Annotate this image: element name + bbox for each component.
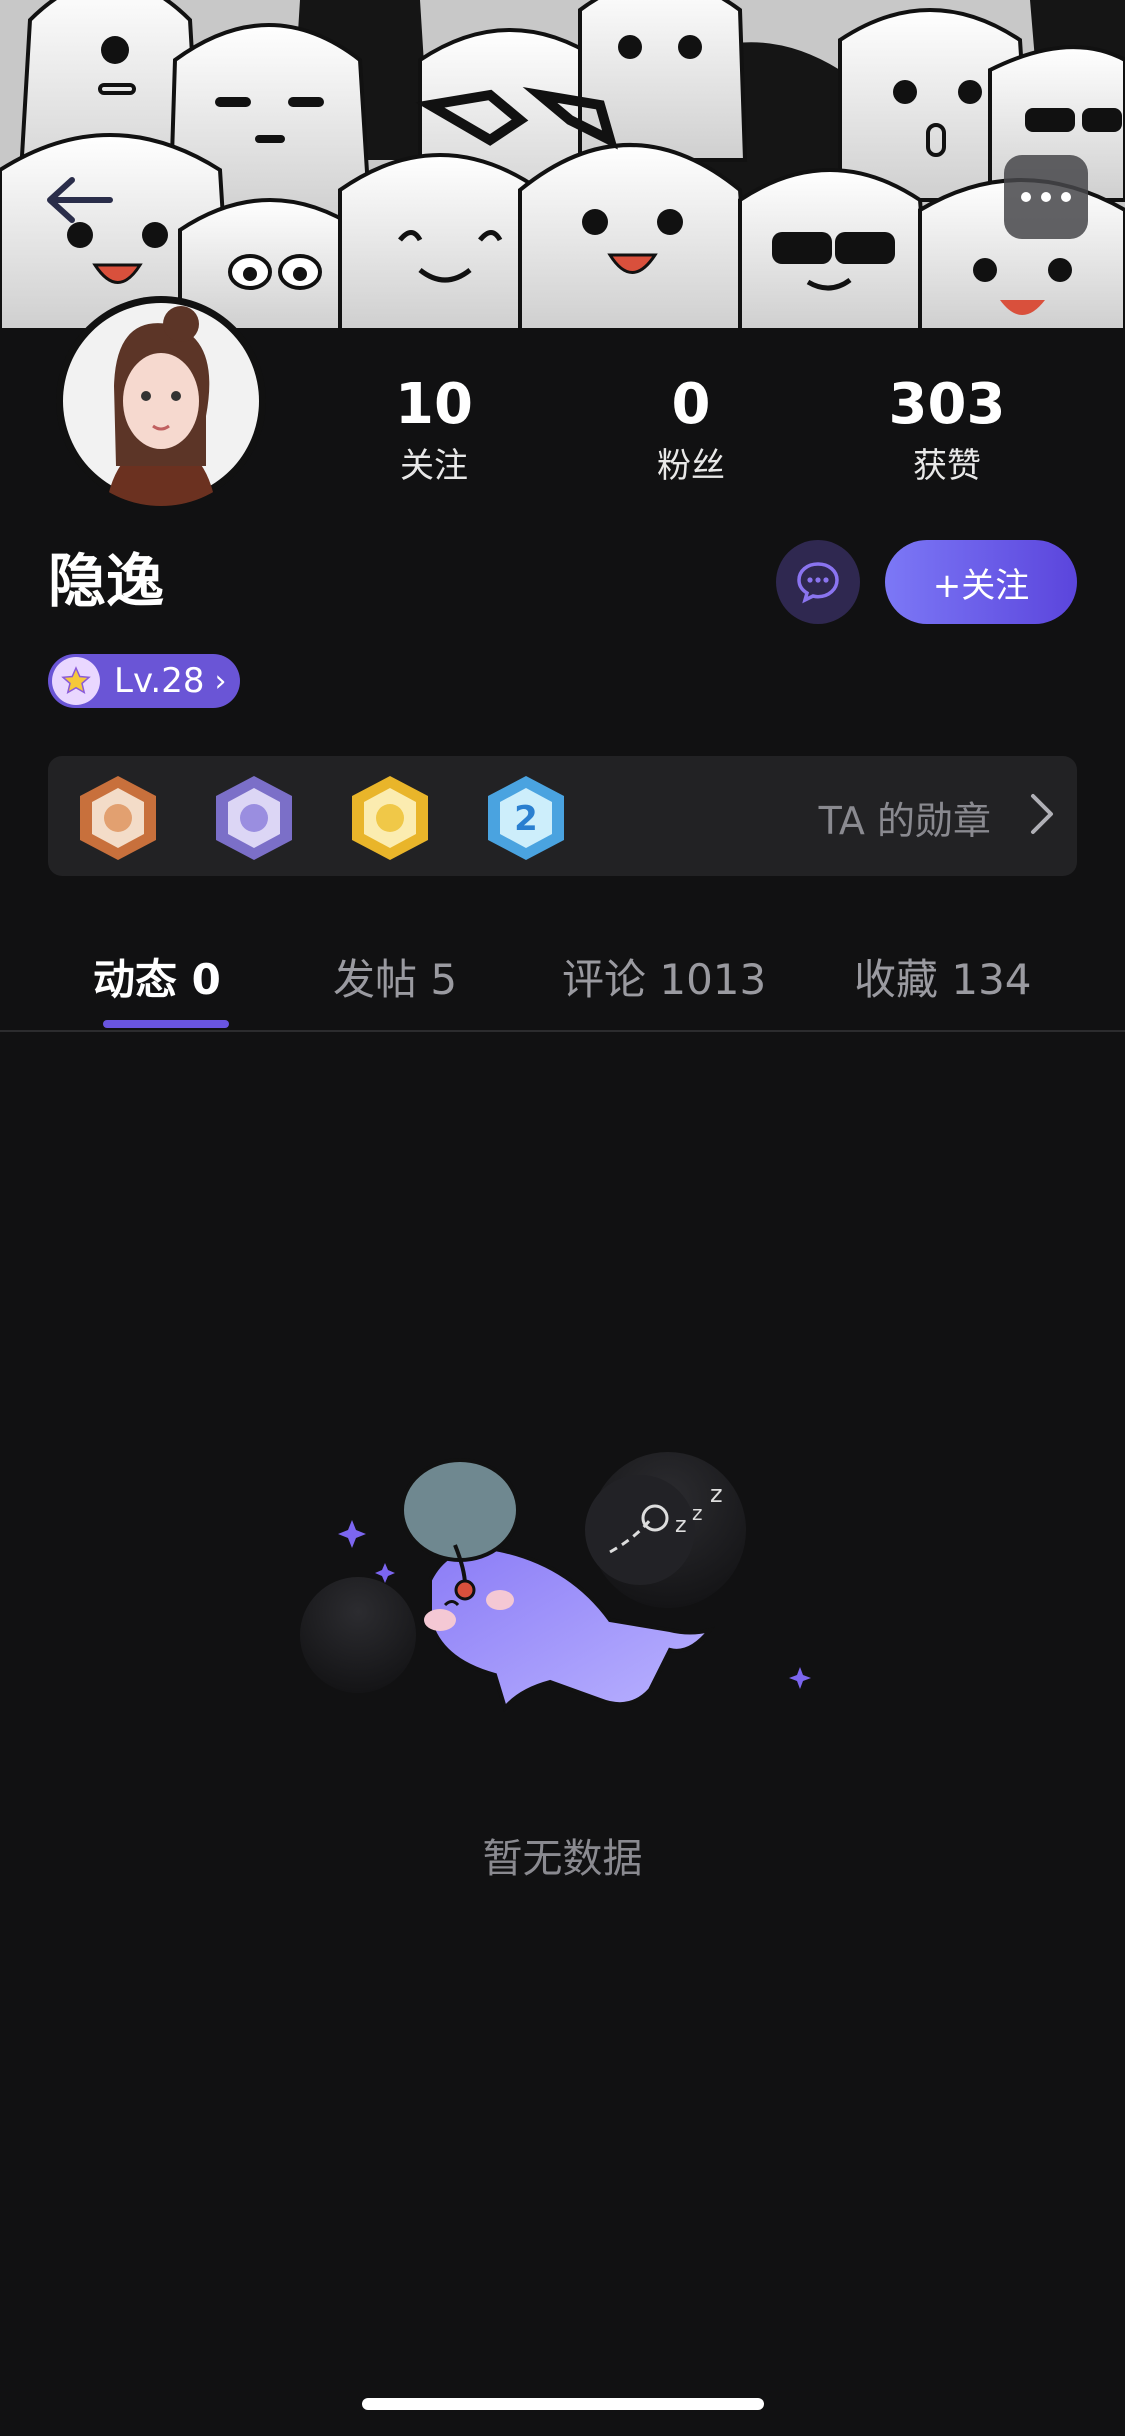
level-label: Lv.28 <box>114 661 205 701</box>
badges-label: TA 的勋章 <box>818 799 991 843</box>
likes-label: 获赞 <box>913 446 981 486</box>
back-button[interactable] <box>40 170 120 230</box>
stat-followers[interactable]: 0 粉丝 <box>591 370 791 490</box>
tab-posts[interactable]: 发帖 5 <box>333 950 457 1010</box>
following-label: 关注 <box>400 446 468 486</box>
avatar[interactable] <box>56 296 266 506</box>
anniversary-2-medal-icon: 2 <box>488 776 564 860</box>
stat-following[interactable]: 10 关注 <box>334 370 534 490</box>
star-icon <box>52 657 100 705</box>
likes-count: 303 <box>888 372 1006 437</box>
followers-label: 粉丝 <box>657 446 725 486</box>
badges-card[interactable]: 2 TA 的勋章 <box>48 756 1077 876</box>
svg-text:z: z <box>710 1480 723 1508</box>
svg-text:z: z <box>675 1513 687 1538</box>
more-options-button[interactable] <box>1004 155 1088 239</box>
silver-medal-icon <box>216 776 292 860</box>
message-button[interactable] <box>776 540 860 624</box>
home-indicator[interactable] <box>362 2398 764 2410</box>
avatar-image <box>63 303 259 506</box>
follow-button[interactable]: +关注 <box>885 540 1077 624</box>
level-badge[interactable]: Lv.28 › <box>48 654 240 708</box>
profile-tabs: 动态 0 发帖 5 评论 1013 收藏 134 <box>0 930 1125 1032</box>
bronze-medal-icon <box>80 776 156 860</box>
svg-text:z: z <box>692 1501 703 1525</box>
empty-state-text: 暂无数据 <box>482 1836 643 1882</box>
following-count: 10 <box>395 372 473 437</box>
tab-moments[interactable]: 动态 0 <box>93 950 221 1010</box>
gold-medal-icon <box>352 776 428 860</box>
ghost-crowd-illustration <box>0 0 1125 330</box>
svg-text:2: 2 <box>514 799 538 839</box>
arrow-left-icon <box>47 177 113 223</box>
chevron-right-icon <box>1031 794 1053 834</box>
tab-favorites[interactable]: 收藏 134 <box>854 950 1032 1010</box>
ellipsis-icon <box>1021 192 1031 202</box>
profile-banner <box>0 0 1125 330</box>
username: 隐逸 <box>48 547 165 615</box>
active-tab-indicator <box>103 1020 229 1028</box>
tab-comments[interactable]: 评论 1013 <box>562 950 766 1010</box>
stat-likes[interactable]: 303 获赞 <box>847 370 1047 490</box>
empty-state-illustration: z z z <box>300 1452 811 1713</box>
followers-count: 0 <box>671 372 711 437</box>
chat-bubble-icon <box>797 562 839 604</box>
chevron-right-icon: › <box>214 663 227 699</box>
